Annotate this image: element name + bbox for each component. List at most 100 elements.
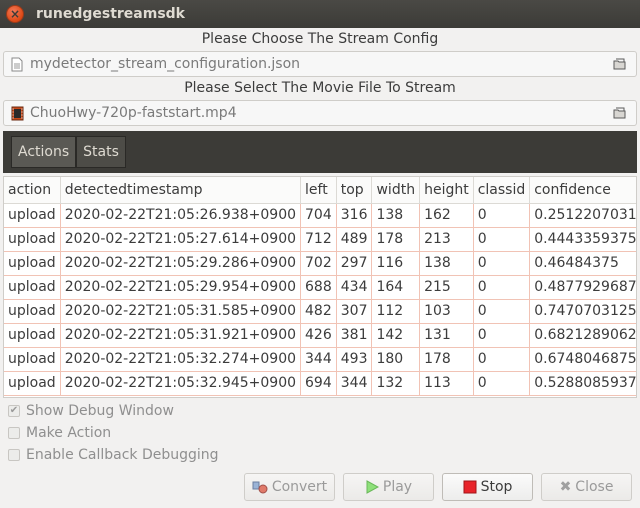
table-row[interactable]: upload 2020-02-22T21:05:29.286+0900 702 … — [4, 251, 636, 276]
cell-classid: 0 — [473, 347, 531, 372]
cell-detectedtimestamp: 2020-02-22T21:05:27.614+0900 — [60, 227, 302, 252]
cell-classid: 0 — [473, 299, 531, 324]
movie-file-chooser[interactable]: ChuoHwy-720p-faststart.mp4 — [3, 100, 637, 126]
cell-top: 316 — [336, 203, 373, 228]
cell-confidence: 0.48779296875 — [529, 275, 636, 300]
make-action-checkbox[interactable]: Make Action — [8, 425, 111, 441]
table-row[interactable]: upload 2020-02-22T21:05:32.274+0900 344 … — [4, 347, 636, 372]
cell-action: upload — [4, 203, 61, 228]
cell-action: upload — [4, 299, 61, 324]
cell-detectedtimestamp: 2020-02-22T21:05:29.286+0900 — [60, 251, 302, 276]
movie-file-name: ChuoHwy-720p-faststart.mp4 — [30, 105, 237, 121]
cell-confidence: 0.52880859375 — [529, 371, 636, 396]
tab-actions[interactable]: Actions — [11, 136, 77, 168]
table-header-row: action detectedtimestamp left top width … — [4, 177, 636, 204]
table-row[interactable]: upload 2020-02-22T21:05:29.954+0900 688 … — [4, 275, 636, 300]
cell-confidence: 0.4443359375 — [529, 227, 636, 252]
cell-height: 178 — [419, 347, 474, 372]
convert-icon — [252, 480, 268, 494]
actions-table: action detectedtimestamp left top width … — [3, 176, 637, 398]
cell-width: 180 — [371, 347, 421, 372]
cell-classid: 0 — [473, 275, 531, 300]
cell-width: 132 — [371, 371, 421, 396]
cell-top: 344 — [336, 371, 373, 396]
column-header-detectedtimestamp[interactable]: detectedtimestamp — [60, 177, 302, 204]
tab-stats[interactable]: Stats — [76, 136, 126, 168]
cell-confidence: 0.68212890625 — [529, 323, 636, 348]
enable-callback-debugging-label: Enable Callback Debugging — [26, 447, 219, 463]
movie-prompt: Please Select The Movie File To Stream — [184, 80, 456, 96]
stop-button[interactable]: Stop — [442, 473, 533, 501]
table-row[interactable]: upload 2020-02-22T21:05:27.614+0900 712 … — [4, 227, 636, 252]
cell-action: upload — [4, 323, 61, 348]
config-prompt: Please Choose The Stream Config — [201, 31, 439, 47]
column-header-width[interactable]: width — [371, 177, 421, 204]
make-action-label: Make Action — [26, 425, 112, 441]
json-file-icon — [10, 56, 24, 72]
open-file-icon[interactable] — [612, 56, 628, 72]
close-label: Close — [575, 479, 614, 495]
column-header-classid[interactable]: classid — [473, 177, 531, 204]
table-row[interactable]: upload 2020-02-22T21:05:26.938+0900 704 … — [4, 203, 636, 228]
cell-width: 164 — [371, 275, 421, 300]
table-row[interactable]: upload 2020-02-22T21:05:32.945+0900 694 … — [4, 371, 636, 396]
cell-top: 489 — [336, 227, 373, 252]
cell-height: 113 — [419, 371, 474, 396]
cell-confidence: 0.251220703125 — [529, 203, 636, 228]
config-file-name: mydetector_stream_configuration.json — [30, 56, 301, 72]
checkbox-empty-icon — [8, 427, 20, 439]
play-label: Play — [382, 479, 413, 495]
cell-height: 138 — [419, 251, 474, 276]
cell-confidence: 0.46484375 — [529, 251, 636, 276]
cell-height: 131 — [419, 323, 474, 348]
cell-detectedtimestamp: 2020-02-22T21:05:32.274+0900 — [60, 347, 302, 372]
cell-left: 482 — [300, 299, 337, 324]
cell-height: 103 — [419, 299, 474, 324]
cell-left: 712 — [300, 227, 337, 252]
column-header-height[interactable]: height — [419, 177, 474, 204]
stop-icon — [463, 480, 477, 494]
checkbox-empty-icon — [8, 449, 20, 461]
convert-label: Convert — [271, 479, 328, 495]
cell-action: upload — [4, 275, 61, 300]
cell-top: 434 — [336, 275, 373, 300]
open-file-icon[interactable] — [612, 105, 628, 121]
column-header-top[interactable]: top — [336, 177, 373, 204]
cell-top: 381 — [336, 323, 373, 348]
cell-left: 694 — [300, 371, 337, 396]
tab-bar: Actions Stats — [3, 131, 637, 173]
column-header-left[interactable]: left — [300, 177, 337, 204]
checkmark-icon: ✔ — [8, 405, 20, 417]
enable-callback-debugging-checkbox[interactable]: Enable Callback Debugging — [8, 447, 219, 463]
cell-classid: 0 — [473, 227, 531, 252]
cell-detectedtimestamp: 2020-02-22T21:05:32.945+0900 — [60, 371, 302, 396]
cell-top: 297 — [336, 251, 373, 276]
cell-action: upload — [4, 227, 61, 252]
show-debug-window-checkbox[interactable]: ✔ Show Debug Window — [8, 403, 174, 419]
cell-detectedtimestamp: 2020-02-22T21:05:31.921+0900 — [60, 323, 302, 348]
cell-classid: 0 — [473, 323, 531, 348]
column-header-action[interactable]: action — [4, 177, 61, 204]
cell-left: 702 — [300, 251, 337, 276]
play-icon — [365, 480, 379, 494]
cell-classid: 0 — [473, 371, 531, 396]
close-button[interactable]: ✖ Close — [541, 473, 632, 501]
table-row[interactable]: upload 2020-02-22T21:05:31.585+0900 482 … — [4, 299, 636, 324]
cell-confidence: 0.7470703125 — [529, 299, 636, 324]
cell-action: upload — [4, 371, 61, 396]
window-close-button[interactable]: × — [6, 5, 24, 23]
cell-left: 426 — [300, 323, 337, 348]
play-button[interactable]: Play — [343, 473, 434, 501]
cell-height: 213 — [419, 227, 474, 252]
window-title: runedgestreamsdk — [36, 6, 185, 22]
column-header-confidence[interactable]: confidence — [529, 177, 636, 204]
cell-width: 116 — [371, 251, 421, 276]
table-row[interactable]: upload 2020-02-22T21:05:31.921+0900 426 … — [4, 323, 636, 348]
config-file-chooser[interactable]: mydetector_stream_configuration.json — [3, 51, 637, 77]
cell-detectedtimestamp: 2020-02-22T21:05:29.954+0900 — [60, 275, 302, 300]
cell-width: 142 — [371, 323, 421, 348]
cell-detectedtimestamp: 2020-02-22T21:05:26.938+0900 — [60, 203, 302, 228]
stop-label: Stop — [480, 479, 513, 495]
title-bar: × runedgestreamsdk — [0, 0, 640, 28]
convert-button[interactable]: Convert — [244, 473, 335, 501]
